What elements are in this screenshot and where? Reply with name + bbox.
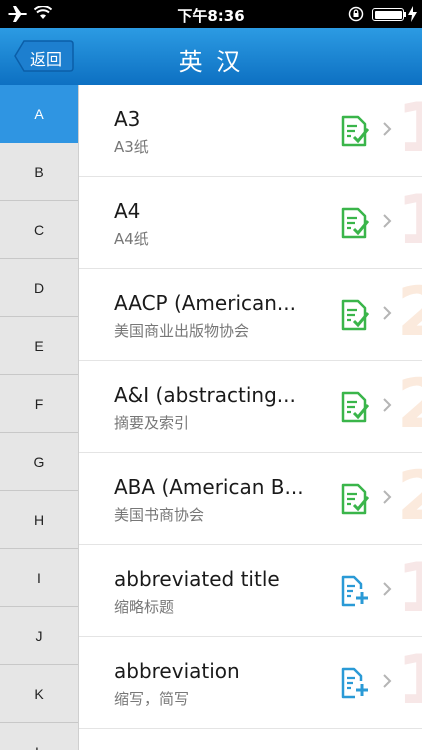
chevron-right-icon xyxy=(383,582,392,596)
list-item[interactable]: AACP (American... 美国商业出版物协会 2 xyxy=(79,269,422,361)
navigation-bar: 返回 英 汉 xyxy=(0,28,422,85)
chevron-right-icon xyxy=(383,306,392,320)
index-letter-a[interactable]: A xyxy=(0,85,78,143)
entry-list: A3 A3纸 1 A4 A4纸 1 AACP (American... 美国商业… xyxy=(79,85,422,750)
status-bar: 下午8:36 xyxy=(0,0,422,28)
battery-tip xyxy=(404,12,406,17)
alphabet-index: A B C D E F G H I J K L xyxy=(0,85,79,750)
chevron-right-icon xyxy=(383,214,392,228)
decor-digit: 1 xyxy=(397,555,422,623)
entry-meaning: 美国书商协会 xyxy=(114,506,205,524)
index-letter-b[interactable]: B xyxy=(0,143,78,201)
index-letter-j[interactable]: J xyxy=(0,607,78,665)
doc-check-icon[interactable] xyxy=(341,299,369,331)
list-item[interactable]: A4 A4纸 1 xyxy=(79,177,422,269)
doc-check-icon[interactable] xyxy=(341,207,369,239)
index-letter-i[interactable]: I xyxy=(0,549,78,607)
list-item[interactable]: abbreviation 缩写，简写 1 xyxy=(79,637,422,729)
doc-add-icon[interactable] xyxy=(341,667,369,699)
decor-digit: 1 xyxy=(397,95,422,163)
entry-meaning: 美国商业出版物协会 xyxy=(114,322,250,340)
entry-term: ABA (American B... xyxy=(114,475,304,499)
index-letter-c[interactable]: C xyxy=(0,201,78,259)
index-letter-h[interactable]: H xyxy=(0,491,78,549)
index-letter-f[interactable]: F xyxy=(0,375,78,433)
entry-term: A3 xyxy=(114,107,141,131)
list-item[interactable]: ABA (American B... 美国书商协会 2 xyxy=(79,453,422,545)
decor-digit: 2 xyxy=(397,371,422,439)
orientation-lock-icon xyxy=(348,6,364,22)
chevron-right-icon xyxy=(383,490,392,504)
index-letter-e[interactable]: E xyxy=(0,317,78,375)
decor-digit: 1 xyxy=(397,187,422,255)
chevron-right-icon xyxy=(383,674,392,688)
entry-term: A4 xyxy=(114,199,141,223)
entry-term: abbreviation xyxy=(114,659,240,683)
doc-check-icon[interactable] xyxy=(341,391,369,423)
list-item[interactable]: abbreviated title 缩略标题 1 xyxy=(79,545,422,637)
list-item[interactable]: A3 A3纸 1 xyxy=(79,85,422,177)
decor-digit: 1 xyxy=(397,647,422,715)
entry-term: A&I (abstracting... xyxy=(114,383,296,407)
entry-term: abbreviated title xyxy=(114,567,280,591)
doc-add-icon[interactable] xyxy=(341,575,369,607)
index-letter-d[interactable]: D xyxy=(0,259,78,317)
chevron-right-icon xyxy=(383,398,392,412)
chevron-right-icon xyxy=(383,122,392,136)
entry-meaning: A3纸 xyxy=(114,138,149,156)
index-letter-g[interactable]: G xyxy=(0,433,78,491)
entry-meaning: 摘要及索引 xyxy=(114,414,190,432)
entry-meaning: 缩写，简写 xyxy=(114,690,190,708)
list-item[interactable]: A&I (abstracting... 摘要及索引 2 xyxy=(79,361,422,453)
doc-check-icon[interactable] xyxy=(341,483,369,515)
entry-meaning: 缩略标题 xyxy=(114,598,175,616)
index-letter-l[interactable]: L xyxy=(0,723,78,750)
index-letter-k[interactable]: K xyxy=(0,665,78,723)
doc-check-icon[interactable] xyxy=(341,115,369,147)
entry-term: AACP (American... xyxy=(114,291,297,315)
battery-icon xyxy=(372,8,404,21)
page-title: 英 汉 xyxy=(178,48,244,76)
decor-digit: 2 xyxy=(397,279,422,347)
charging-bolt-icon xyxy=(408,6,417,22)
decor-digit: 2 xyxy=(397,463,422,531)
entry-meaning: A4纸 xyxy=(114,230,149,248)
